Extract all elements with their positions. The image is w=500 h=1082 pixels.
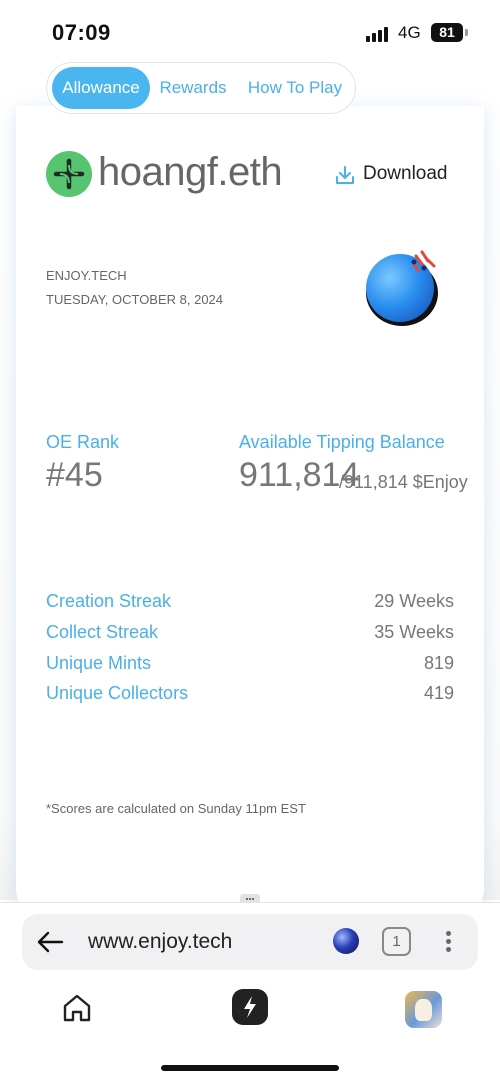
more-options-icon[interactable] — [441, 929, 455, 955]
plus-logo-icon — [46, 151, 92, 197]
stat-value-unique-collectors: 419 — [423, 683, 454, 703]
stat-label-unique-mints: Unique Mints — [46, 653, 152, 673]
address-bar[interactable]: www.enjoy.tech 1 — [22, 914, 478, 970]
stat-value-creation-streak: 29 Weeks — [374, 591, 454, 611]
tab-count-button[interactable]: 1 — [382, 927, 411, 956]
username: hoangf.eth — [98, 150, 283, 194]
home-icon[interactable] — [61, 992, 93, 1024]
download-label: Download — [363, 163, 448, 184]
oe-rank-label: OE Rank — [46, 432, 120, 452]
allowance-card — [16, 106, 484, 912]
brand-text: ENJOY.TECH — [46, 268, 127, 283]
enjoy-ball-icon — [366, 250, 438, 326]
signal-icon — [366, 26, 392, 42]
battery-tip — [465, 29, 468, 36]
scores-footnote: *Scores are calculated on Sunday 11pm ES… — [46, 801, 306, 816]
status-bar: 07:09 4G 81 — [0, 0, 500, 62]
tab-allowance[interactable]: Allowance — [52, 67, 150, 109]
tab-rewards[interactable]: Rewards — [157, 67, 229, 109]
download-icon — [336, 166, 354, 184]
battery-icon: 81 — [431, 23, 463, 42]
url-text[interactable]: www.enjoy.tech — [88, 930, 232, 954]
oe-rank-value: #45 — [46, 456, 103, 494]
tab-bar: Allowance Rewards How To Play — [46, 62, 356, 114]
tipping-balance-label: Available Tipping Balance — [239, 432, 445, 452]
stat-label-collect-streak: Collect Streak — [46, 622, 159, 642]
back-arrow-icon[interactable] — [36, 929, 64, 955]
tab-how-to-play[interactable]: How To Play — [243, 67, 347, 109]
avatar[interactable] — [405, 991, 442, 1028]
battery-level: 81 — [439, 24, 455, 40]
stat-label-unique-collectors: Unique Collectors — [46, 683, 189, 703]
browser-toolbar: www.enjoy.tech 1 — [0, 902, 500, 1082]
stat-value-collect-streak: 35 Weeks — [374, 622, 454, 642]
tipping-balance-total: /911,814 $Enjoy — [339, 472, 468, 492]
stat-label-creation-streak: Creation Streak — [46, 591, 172, 611]
status-time: 07:09 — [52, 20, 111, 45]
site-favicon-icon — [333, 928, 359, 954]
bolt-icon[interactable] — [232, 989, 268, 1025]
home-indicator — [161, 1065, 339, 1071]
stat-value-unique-mints: 819 — [423, 653, 454, 673]
date-text: TUESDAY, OCTOBER 8, 2024 — [46, 292, 224, 307]
network-type: 4G — [398, 23, 421, 42]
